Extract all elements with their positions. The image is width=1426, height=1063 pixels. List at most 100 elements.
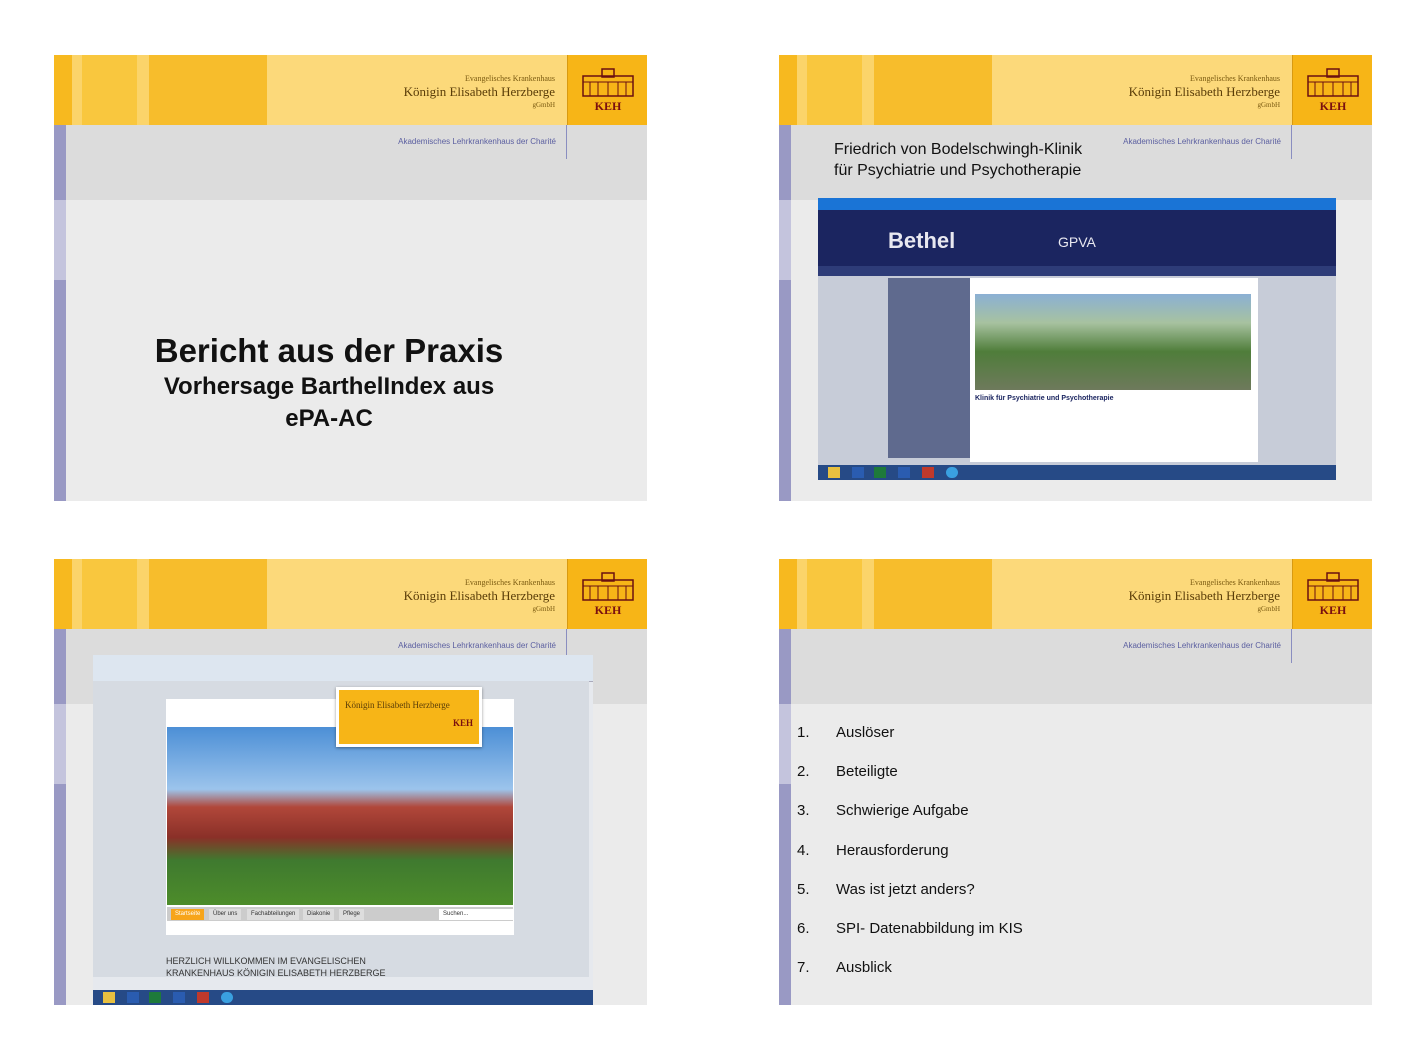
word-icon xyxy=(852,467,864,478)
slide-subtitle-line2: ePA-AC xyxy=(285,405,373,432)
site-org-name: Königin Elisabeth Herzberge xyxy=(345,700,450,710)
gpva-text: GPVA xyxy=(1058,234,1096,250)
site-search-input[interactable]: Suchen... xyxy=(439,909,513,920)
keh-logo: KEH xyxy=(567,55,647,125)
welcome-text: HERZLICH WILLKOMMEN IM EVANGELISCHEN KRA… xyxy=(166,955,386,979)
building-icon xyxy=(1307,68,1359,97)
header-subband xyxy=(779,629,1372,704)
tab-diakonie[interactable]: Diakonie xyxy=(303,909,335,920)
welcome-line2: KRANKENHAUS KÖNIGIN ELISABETH HERZBERGE xyxy=(166,968,386,978)
slide-title: Bericht aus der Praxis xyxy=(154,332,504,369)
explorer-icon xyxy=(103,992,115,1003)
tab-startseite[interactable]: Startseite xyxy=(171,909,205,920)
building-icon xyxy=(1307,572,1359,601)
left-accent-bar xyxy=(54,125,66,501)
org-small-text: Evangelisches Krankenhaus xyxy=(1190,74,1280,83)
bethel-logo-text: Bethel xyxy=(888,228,956,253)
agenda-number: 1. xyxy=(797,724,810,741)
agenda-text: Beteiligte xyxy=(836,763,898,780)
org-gmbh-text: gGmbH xyxy=(1257,101,1280,109)
agenda-number: 5. xyxy=(797,881,810,898)
agenda-text: SPI- Datenabbildung im KIS xyxy=(836,920,1023,937)
keh-logo-text: KEH xyxy=(594,99,622,113)
agenda-number: 4. xyxy=(797,842,810,859)
org-small-text: Evangelisches Krankenhaus xyxy=(1190,578,1280,587)
agenda-number: 6. xyxy=(797,920,810,937)
slide-header: Evangelisches Krankenhaus Königin Elisab… xyxy=(54,559,647,629)
org-gmbh-text: gGmbH xyxy=(532,101,555,109)
tab-fachabteilungen[interactable]: Fachabteilungen xyxy=(247,909,300,920)
left-accent-bar xyxy=(54,629,66,1005)
keh-logo-text: KEH xyxy=(594,603,622,617)
org-gmbh-text: gGmbH xyxy=(532,605,555,613)
agenda-number: 3. xyxy=(797,802,810,819)
keh-logo-text: KEH xyxy=(1319,603,1347,617)
academic-text: Akademisches Lehrkrankenhaus der Charité xyxy=(1123,137,1281,146)
slide-header: Evangelisches Krankenhaus Königin Elisab… xyxy=(779,559,1372,629)
keh-logo-text: KEH xyxy=(1319,99,1347,113)
agenda-text: Ausblick xyxy=(836,959,892,976)
slide-header: Evangelisches Krankenhaus Königin Elisab… xyxy=(779,55,1372,125)
bethel-sidebar xyxy=(888,278,970,458)
bethel-website-screenshot: Bethel GPVA Klinik für Psychiatrie und P… xyxy=(818,198,1336,480)
left-accent-bar xyxy=(779,125,791,501)
agenda-number: 2. xyxy=(797,763,810,780)
outlook-icon xyxy=(173,992,185,1003)
site-tabs: Startseite Über uns Fachabteilungen Diak… xyxy=(167,907,513,921)
slide-header: Evangelisches Krankenhaus Königin Elisab… xyxy=(54,55,647,125)
agenda-text: Herausforderung xyxy=(836,842,949,859)
site-keh-text: KEH xyxy=(452,718,473,728)
academic-text: Akademisches Lehrkrankenhaus der Charité xyxy=(398,137,556,146)
keh-logo: KEH xyxy=(567,559,647,629)
org-small-text: Evangelisches Krankenhaus xyxy=(465,74,555,83)
org-small-text: Evangelisches Krankenhaus xyxy=(465,578,555,587)
excel-icon xyxy=(149,992,161,1003)
header-subband xyxy=(54,125,647,200)
ie-icon xyxy=(221,992,233,1003)
slide-title: Friedrich von Bodelschwingh-Klinik für P… xyxy=(834,139,1082,181)
agenda-text: Auslöser xyxy=(836,724,895,741)
agenda-text: Schwierige Aufgabe xyxy=(836,802,969,819)
outlook-icon xyxy=(898,467,910,478)
powerpoint-icon xyxy=(197,992,209,1003)
clinic-photo xyxy=(975,294,1251,390)
building-icon xyxy=(582,572,634,601)
slide-1: Evangelisches Krankenhaus Königin Elisab… xyxy=(54,55,647,501)
slide-2: Evangelisches Krankenhaus Königin Elisab… xyxy=(779,55,1372,501)
windows-taskbar xyxy=(93,990,593,1005)
page-heading: Klinik für Psychiatrie und Psychotherapi… xyxy=(975,395,1114,402)
building-icon xyxy=(582,68,634,97)
org-name-text: Königin Elisabeth Herzberge xyxy=(403,588,555,603)
org-name-text: Königin Elisabeth Herzberge xyxy=(1128,588,1280,603)
keh-website-screenshot: Königin Elisabeth Herzberge KEH Startsei… xyxy=(93,655,593,1005)
slide-3: Evangelisches Krankenhaus Königin Elisab… xyxy=(54,559,647,1005)
bethel-nav xyxy=(818,266,1336,276)
tab-ueber-uns[interactable]: Über uns xyxy=(209,909,242,920)
browser-toolbar xyxy=(818,198,1336,210)
org-name-text: Königin Elisabeth Herzberge xyxy=(1128,84,1280,99)
browser-toolbar xyxy=(93,655,593,682)
academic-text: Akademisches Lehrkrankenhaus der Charité xyxy=(1123,641,1281,650)
academic-text: Akademisches Lehrkrankenhaus der Charité xyxy=(398,641,556,650)
tab-pflege[interactable]: Pflege xyxy=(339,909,365,920)
excel-icon xyxy=(874,467,886,478)
hospital-photo xyxy=(167,727,513,905)
agenda-text: Was ist jetzt anders? xyxy=(836,881,975,898)
title-line1: Friedrich von Bodelschwingh-Klinik xyxy=(834,141,1083,158)
powerpoint-icon xyxy=(922,467,934,478)
explorer-icon xyxy=(828,467,840,478)
org-name-text: Königin Elisabeth Herzberge xyxy=(403,84,555,99)
org-gmbh-text: gGmbH xyxy=(1257,605,1280,613)
word-icon xyxy=(127,992,139,1003)
welcome-line1: HERZLICH WILLKOMMEN IM EVANGELISCHEN xyxy=(166,956,366,966)
ie-icon xyxy=(946,467,958,478)
slide-4: Evangelisches Krankenhaus Königin Elisab… xyxy=(779,559,1372,1005)
keh-logo: KEH xyxy=(1292,55,1372,125)
slide-subtitle-line1: Vorhersage BarthelIndex aus xyxy=(163,373,495,400)
windows-taskbar xyxy=(818,465,1336,480)
keh-site-logo: Königin Elisabeth Herzberge KEH xyxy=(336,687,482,747)
left-accent-bar xyxy=(779,629,791,1005)
title-line2: für Psychiatrie und Psychotherapie xyxy=(834,162,1082,179)
agenda-number: 7. xyxy=(797,959,810,976)
keh-logo: KEH xyxy=(1292,559,1372,629)
